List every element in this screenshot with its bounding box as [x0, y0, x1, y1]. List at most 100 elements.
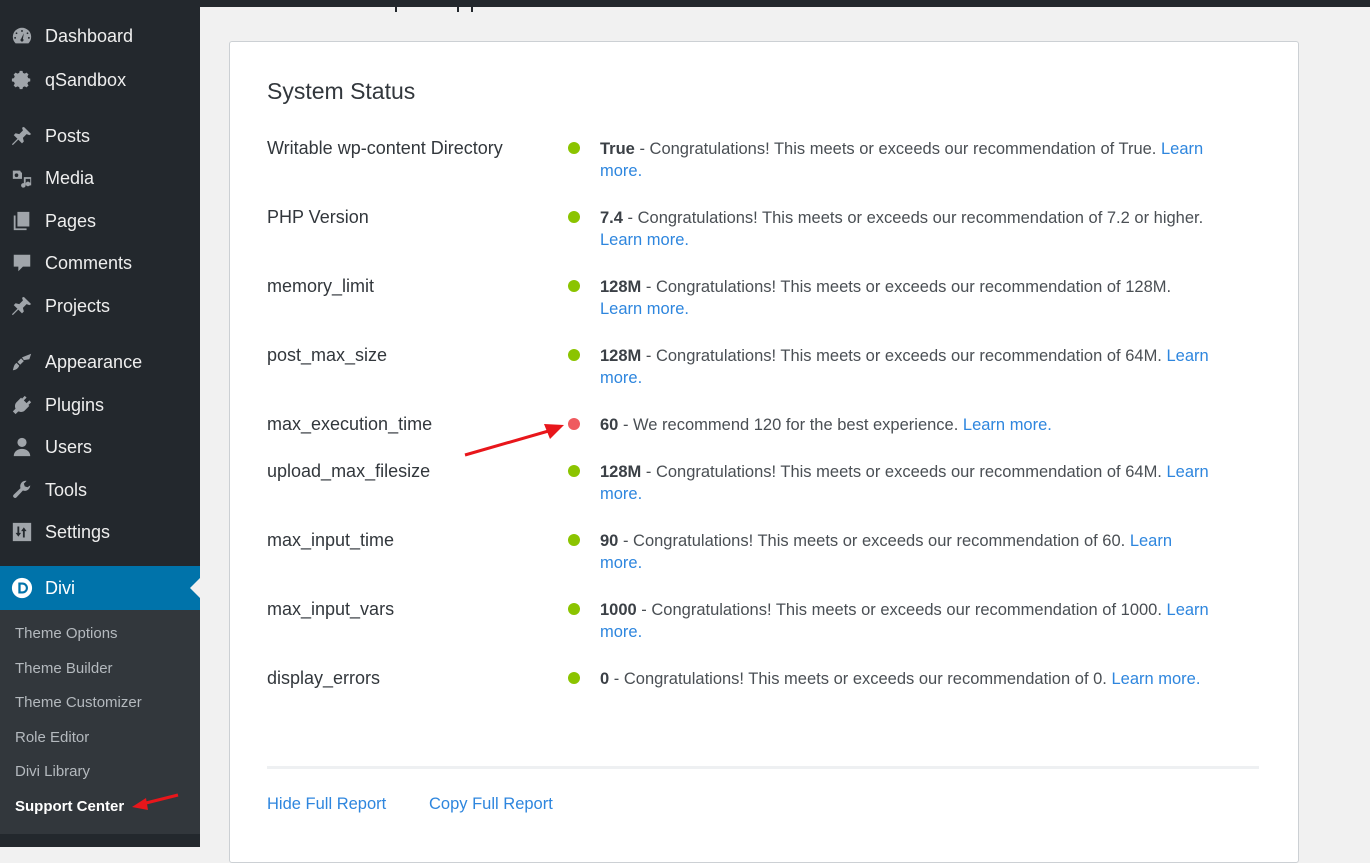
- sidebar-item-label: Projects: [45, 295, 111, 316]
- status-label: max_execution_time: [267, 414, 433, 434]
- active-indicator: [190, 578, 200, 598]
- submenu-item-support-center[interactable]: Support Center: [15, 798, 124, 815]
- submenu-item-role-editor[interactable]: Role Editor: [15, 729, 89, 746]
- status-description: 90 - Congratulations! This meets or exce…: [600, 530, 1210, 574]
- divi-logo-icon: [10, 576, 34, 600]
- sidebar-item-label: Comments: [45, 252, 133, 273]
- status-description: 0 - Congratulations! This meets or excee…: [600, 668, 1210, 690]
- status-description: 60 - We recommend 120 for the best exper…: [600, 414, 1210, 436]
- sidebar-item-media[interactable]: Media: [0, 158, 200, 198]
- sidebar-item-label: Appearance: [45, 351, 143, 372]
- learn-more-link[interactable]: Learn more.: [600, 231, 689, 249]
- status-value: 128M: [600, 278, 642, 296]
- status-ok-indicator: [568, 534, 580, 546]
- sidebar-item-label: Settings: [45, 521, 111, 542]
- status-message: - Congratulations! This meets or exceeds…: [641, 278, 1172, 296]
- status-message: - Congratulations! This meets or exceeds…: [622, 209, 1204, 227]
- sidebar-item-label: qSandbox: [45, 69, 127, 90]
- dashboard-icon: [10, 24, 34, 48]
- status-value: 7.4: [600, 209, 623, 227]
- sidebar-item-tools[interactable]: Tools: [0, 470, 200, 510]
- clipped-heading-remnant: [395, 7, 725, 12]
- status-ok-indicator: [568, 349, 580, 361]
- status-message: - We recommend 120 for the best experien…: [618, 416, 963, 434]
- sidebar-item-label: Pages: [45, 210, 97, 231]
- status-description: 128M - Congratulations! This meets or ex…: [600, 461, 1210, 505]
- divider: [267, 766, 1259, 769]
- status-value: 0: [600, 670, 610, 688]
- status-label: max_input_time: [267, 530, 395, 550]
- page-title: System Status: [267, 78, 416, 104]
- status-message: - Congratulations! This meets or exceeds…: [634, 140, 1161, 158]
- wrench-icon: [10, 478, 34, 502]
- status-label: display_errors: [267, 668, 381, 688]
- status-description: True - Congratulations! This meets or ex…: [600, 138, 1210, 182]
- sidebar-item-label: Users: [45, 436, 93, 457]
- status-message: - Congratulations! This meets or exceeds…: [636, 601, 1167, 619]
- sidebar-item-projects[interactable]: Projects: [0, 286, 200, 326]
- status-description: 128M - Congratulations! This meets or ex…: [600, 345, 1210, 389]
- sidebar-item-posts[interactable]: Posts: [0, 116, 200, 156]
- comment-icon: [10, 251, 34, 275]
- sidebar-item-label: Media: [45, 167, 95, 188]
- status-message: - Congratulations! This meets or exceeds…: [641, 463, 1167, 481]
- status-ok-indicator: [568, 280, 580, 292]
- sidebar-item-label: Plugins: [45, 394, 105, 415]
- sidebar-item-label: Posts: [45, 125, 91, 146]
- status-ok-indicator: [568, 465, 580, 477]
- submenu-item-theme-customizer[interactable]: Theme Customizer: [15, 694, 142, 711]
- status-label: max_input_vars: [267, 599, 395, 619]
- sidebar-item-appearance[interactable]: Appearance: [0, 342, 200, 382]
- status-ok-indicator: [568, 672, 580, 684]
- status-description: 128M - Congratulations! This meets or ex…: [600, 276, 1210, 320]
- sidebar-item-comments[interactable]: Comments: [0, 243, 200, 283]
- status-value: True: [600, 140, 635, 158]
- status-ok-indicator: [568, 142, 580, 154]
- status-ok-indicator: [568, 211, 580, 223]
- submenu-item-theme-options[interactable]: Theme Options: [15, 625, 118, 642]
- admin-top-bar: [0, 0, 1370, 7]
- status-message: - Congratulations! This meets or exceeds…: [641, 347, 1167, 365]
- plugin-icon: [10, 393, 34, 417]
- pushpin-icon: [10, 124, 34, 148]
- sidebar-item-dashboard[interactable]: Dashboard: [0, 16, 200, 56]
- learn-more-link[interactable]: Learn more.: [963, 416, 1052, 434]
- learn-more-link[interactable]: Learn more.: [600, 300, 689, 318]
- sidebar-item-settings[interactable]: Settings: [0, 512, 200, 552]
- learn-more-link[interactable]: Learn more.: [1111, 670, 1200, 688]
- settings-icon: [10, 520, 34, 544]
- sidebar-item-users[interactable]: Users: [0, 427, 200, 467]
- divi-submenu: Theme Options Theme Builder Theme Customiz…: [0, 610, 200, 834]
- status-description: 7.4 - Congratulations! This meets or exc…: [600, 207, 1210, 251]
- paintbrush-icon: [10, 350, 34, 374]
- admin-sidebar: Dashboard qSandbox Posts Media Pages Comments…: [0, 0, 200, 847]
- status-value: 128M: [600, 463, 642, 481]
- system-status-card: System Status Writable wp-content Direct…: [229, 41, 1299, 863]
- status-label: upload_max_filesize: [267, 461, 431, 481]
- pushpin-icon: [10, 294, 34, 318]
- status-value: 90: [600, 532, 619, 550]
- status-message: - Congratulations! This meets or exceeds…: [609, 670, 1112, 688]
- status-label: Writable wp-content Directory: [267, 138, 503, 158]
- sidebar-item-plugins[interactable]: Plugins: [0, 385, 200, 425]
- sidebar-item-label: Dashboard: [45, 25, 134, 46]
- copy-full-report-link[interactable]: Copy Full Report: [429, 795, 553, 814]
- status-description: 1000 - Congratulations! This meets or ex…: [600, 599, 1210, 643]
- media-icon: [10, 166, 34, 190]
- sidebar-item-pages[interactable]: Pages: [0, 201, 200, 241]
- status-label: PHP Version: [267, 207, 369, 227]
- user-icon: [10, 435, 34, 459]
- submenu-item-divi-library[interactable]: Divi Library: [15, 763, 90, 780]
- sidebar-item-label: Divi: [45, 577, 75, 598]
- status-warning-indicator: [568, 418, 580, 430]
- hide-full-report-link[interactable]: Hide Full Report: [267, 795, 386, 814]
- submenu-item-theme-builder[interactable]: Theme Builder: [15, 660, 113, 677]
- status-value: 60: [600, 416, 619, 434]
- status-ok-indicator: [568, 603, 580, 615]
- status-label: memory_limit: [267, 276, 375, 296]
- sidebar-item-qsandbox[interactable]: qSandbox: [0, 60, 200, 100]
- sidebar-item-label: Tools: [45, 479, 88, 500]
- sidebar-item-divi[interactable]: Divi: [0, 566, 200, 610]
- status-value: 128M: [600, 347, 642, 365]
- status-value: 1000: [600, 601, 637, 619]
